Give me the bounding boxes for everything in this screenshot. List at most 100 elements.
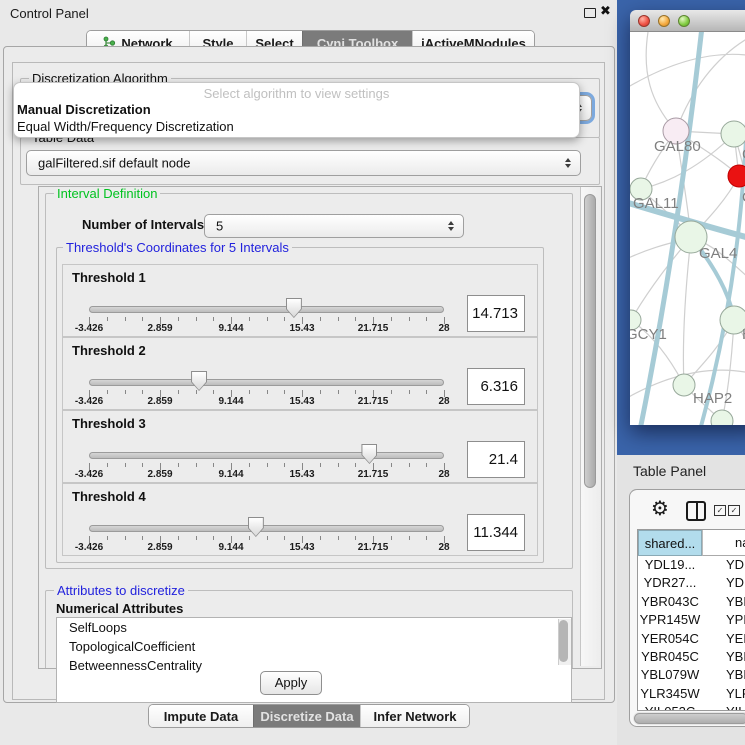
- attribute-list-item[interactable]: TopologicalCoefficient: [57, 637, 571, 656]
- slider-tick: [125, 317, 126, 321]
- slider-tick: [391, 463, 392, 467]
- cell-shared-name: YDL19...: [638, 556, 702, 574]
- slider-tick: [267, 390, 268, 394]
- table-panel-title: Table Panel: [633, 463, 706, 479]
- slider-track[interactable]: [89, 525, 444, 532]
- tab-impute-data[interactable]: Impute Data: [149, 705, 253, 727]
- tab-infer-network[interactable]: Infer Network: [360, 705, 469, 727]
- slider-track[interactable]: [89, 452, 444, 459]
- table-row[interactable]: YBR043CYBR0: [638, 593, 745, 611]
- zoom-traffic-light[interactable]: [678, 15, 690, 27]
- slider-track[interactable]: [89, 379, 444, 386]
- cell-name: YER0: [702, 630, 745, 648]
- slider-scale-label: 28: [438, 396, 449, 407]
- checkbox-icon[interactable]: ✓: [714, 505, 726, 516]
- slider-tick: [249, 390, 250, 394]
- cell-shared-name: YLR345W: [638, 685, 702, 703]
- cell-shared-name: YDR27...: [638, 574, 702, 592]
- table-row[interactable]: YIL052CYIL0: [638, 703, 745, 711]
- table-rows: YDL19...YDL1YDR27...YDR2YBR043CYBR0YPR14…: [638, 556, 745, 711]
- cell-name: YBL0: [702, 666, 745, 684]
- slider-scale-label: -3.426: [75, 396, 103, 407]
- tab-label: Impute Data: [164, 709, 238, 724]
- table-data-select[interactable]: galFiltered.sif default node: [26, 150, 581, 176]
- tab-label: Infer Network: [373, 709, 456, 724]
- slider-tick: [426, 390, 427, 394]
- float-window-icon[interactable]: [584, 8, 596, 18]
- node-label: GAL11: [633, 195, 679, 212]
- close-icon[interactable]: ✖: [600, 4, 611, 19]
- node-label: HAP2: [693, 390, 732, 407]
- slider-track[interactable]: [89, 306, 444, 313]
- table-row[interactable]: YDL19...YDL1: [638, 556, 745, 574]
- slider-thumb[interactable]: [286, 298, 302, 318]
- node-label: GCY1: [630, 326, 667, 343]
- threshold-label: Threshold 2: [72, 343, 146, 358]
- network-canvas[interactable]: GAL80G.CGAL11GAL4GCY1HHAP2: [630, 32, 745, 425]
- table-row[interactable]: YLR345WYLR3: [638, 685, 745, 703]
- slider-tick: [409, 536, 410, 540]
- threshold-label: Threshold 4: [72, 489, 146, 504]
- slider-tick: [284, 463, 285, 467]
- table-row[interactable]: YBR045CYBR0: [638, 648, 745, 666]
- minimize-traffic-light[interactable]: [658, 15, 670, 27]
- network-node-red[interactable]: [728, 165, 745, 187]
- tab-discretize-data[interactable]: Discretize Data: [253, 705, 360, 727]
- gear-icon[interactable]: ⚙: [651, 496, 669, 520]
- slider-scale-label: 15.43: [289, 542, 314, 553]
- close-traffic-light[interactable]: [638, 15, 650, 27]
- popup-option[interactable]: Equal Width/Frequency Discretization: [17, 119, 234, 134]
- slider-tick: [267, 536, 268, 540]
- table-row[interactable]: YDR27...YDR2: [638, 574, 745, 592]
- checkbox-icon[interactable]: ✓: [728, 505, 740, 516]
- settings-scroll-area[interactable]: Interval Definition Number of Intervals …: [38, 186, 602, 669]
- apply-button[interactable]: Apply: [260, 671, 322, 695]
- network-node-green[interactable]: [673, 374, 695, 396]
- cell-shared-name: YBR043C: [638, 593, 702, 611]
- slider-thumb[interactable]: [191, 371, 207, 391]
- number-of-intervals-value: 5: [216, 219, 223, 234]
- slider-thumb[interactable]: [248, 517, 264, 537]
- column-header-shared-name[interactable]: shared...: [638, 530, 702, 556]
- network-window-titlebar[interactable]: [630, 10, 745, 32]
- threshold-value-field[interactable]: 21.4: [467, 441, 525, 478]
- slider-thumb[interactable]: [361, 444, 377, 464]
- threshold-value-field[interactable]: 14.713: [467, 295, 525, 332]
- number-of-intervals-label: Number of Intervals: [82, 217, 204, 232]
- table-horizontal-scrollbar-thumb[interactable]: [634, 713, 745, 724]
- settings-vertical-scrollbar-thumb[interactable]: [584, 194, 596, 488]
- slider-scale-label: 15.43: [289, 469, 314, 480]
- columns-icon[interactable]: [686, 501, 706, 521]
- slider-tick: [338, 390, 339, 394]
- slider-scale-label: 2.859: [147, 396, 172, 407]
- slider-scale-label: -3.426: [75, 469, 103, 480]
- slider-tick: [391, 536, 392, 540]
- threshold-value-field[interactable]: 11.344: [467, 514, 525, 551]
- table-row[interactable]: YER054CYER0: [638, 630, 745, 648]
- table-row[interactable]: YPR145WYPR1: [638, 611, 745, 629]
- network-node-green[interactable]: [721, 121, 745, 147]
- column-header-name[interactable]: na: [702, 530, 745, 556]
- attribute-list-item[interactable]: SelfLoops: [57, 618, 571, 637]
- attribute-list-scrollbar-thumb[interactable]: [559, 620, 568, 662]
- cell-shared-name: YBR045C: [638, 648, 702, 666]
- popup-option[interactable]: Manual Discretization: [17, 102, 151, 117]
- slider-tick: [107, 536, 108, 540]
- node-table: shared... na YDL19...YDL1YDR27...YDR2YBR…: [637, 529, 745, 711]
- slider-scale-label: 9.144: [218, 396, 243, 407]
- slider-tick: [178, 463, 179, 467]
- table-row[interactable]: YBL079WYBL0: [638, 666, 745, 684]
- slider-scale-label: 21.715: [358, 323, 389, 334]
- slider-tick: [320, 390, 321, 394]
- threshold-row: Threshold 1-3.4262.8599.14415.4321.71528…: [62, 264, 538, 337]
- number-of-intervals-select[interactable]: 5: [204, 214, 464, 238]
- cell-name: YBR0: [702, 593, 745, 611]
- tab-label: Discretize Data: [260, 709, 353, 724]
- threshold-value-field[interactable]: 6.316: [467, 368, 525, 405]
- slider-tick: [213, 317, 214, 321]
- combo-stepper-icon: [448, 221, 454, 231]
- slider-tick: [338, 317, 339, 321]
- cell-name: YDL1: [702, 556, 745, 574]
- interval-definition-group: Interval Definition Number of Intervals …: [45, 193, 573, 569]
- network-node-green[interactable]: [711, 410, 733, 425]
